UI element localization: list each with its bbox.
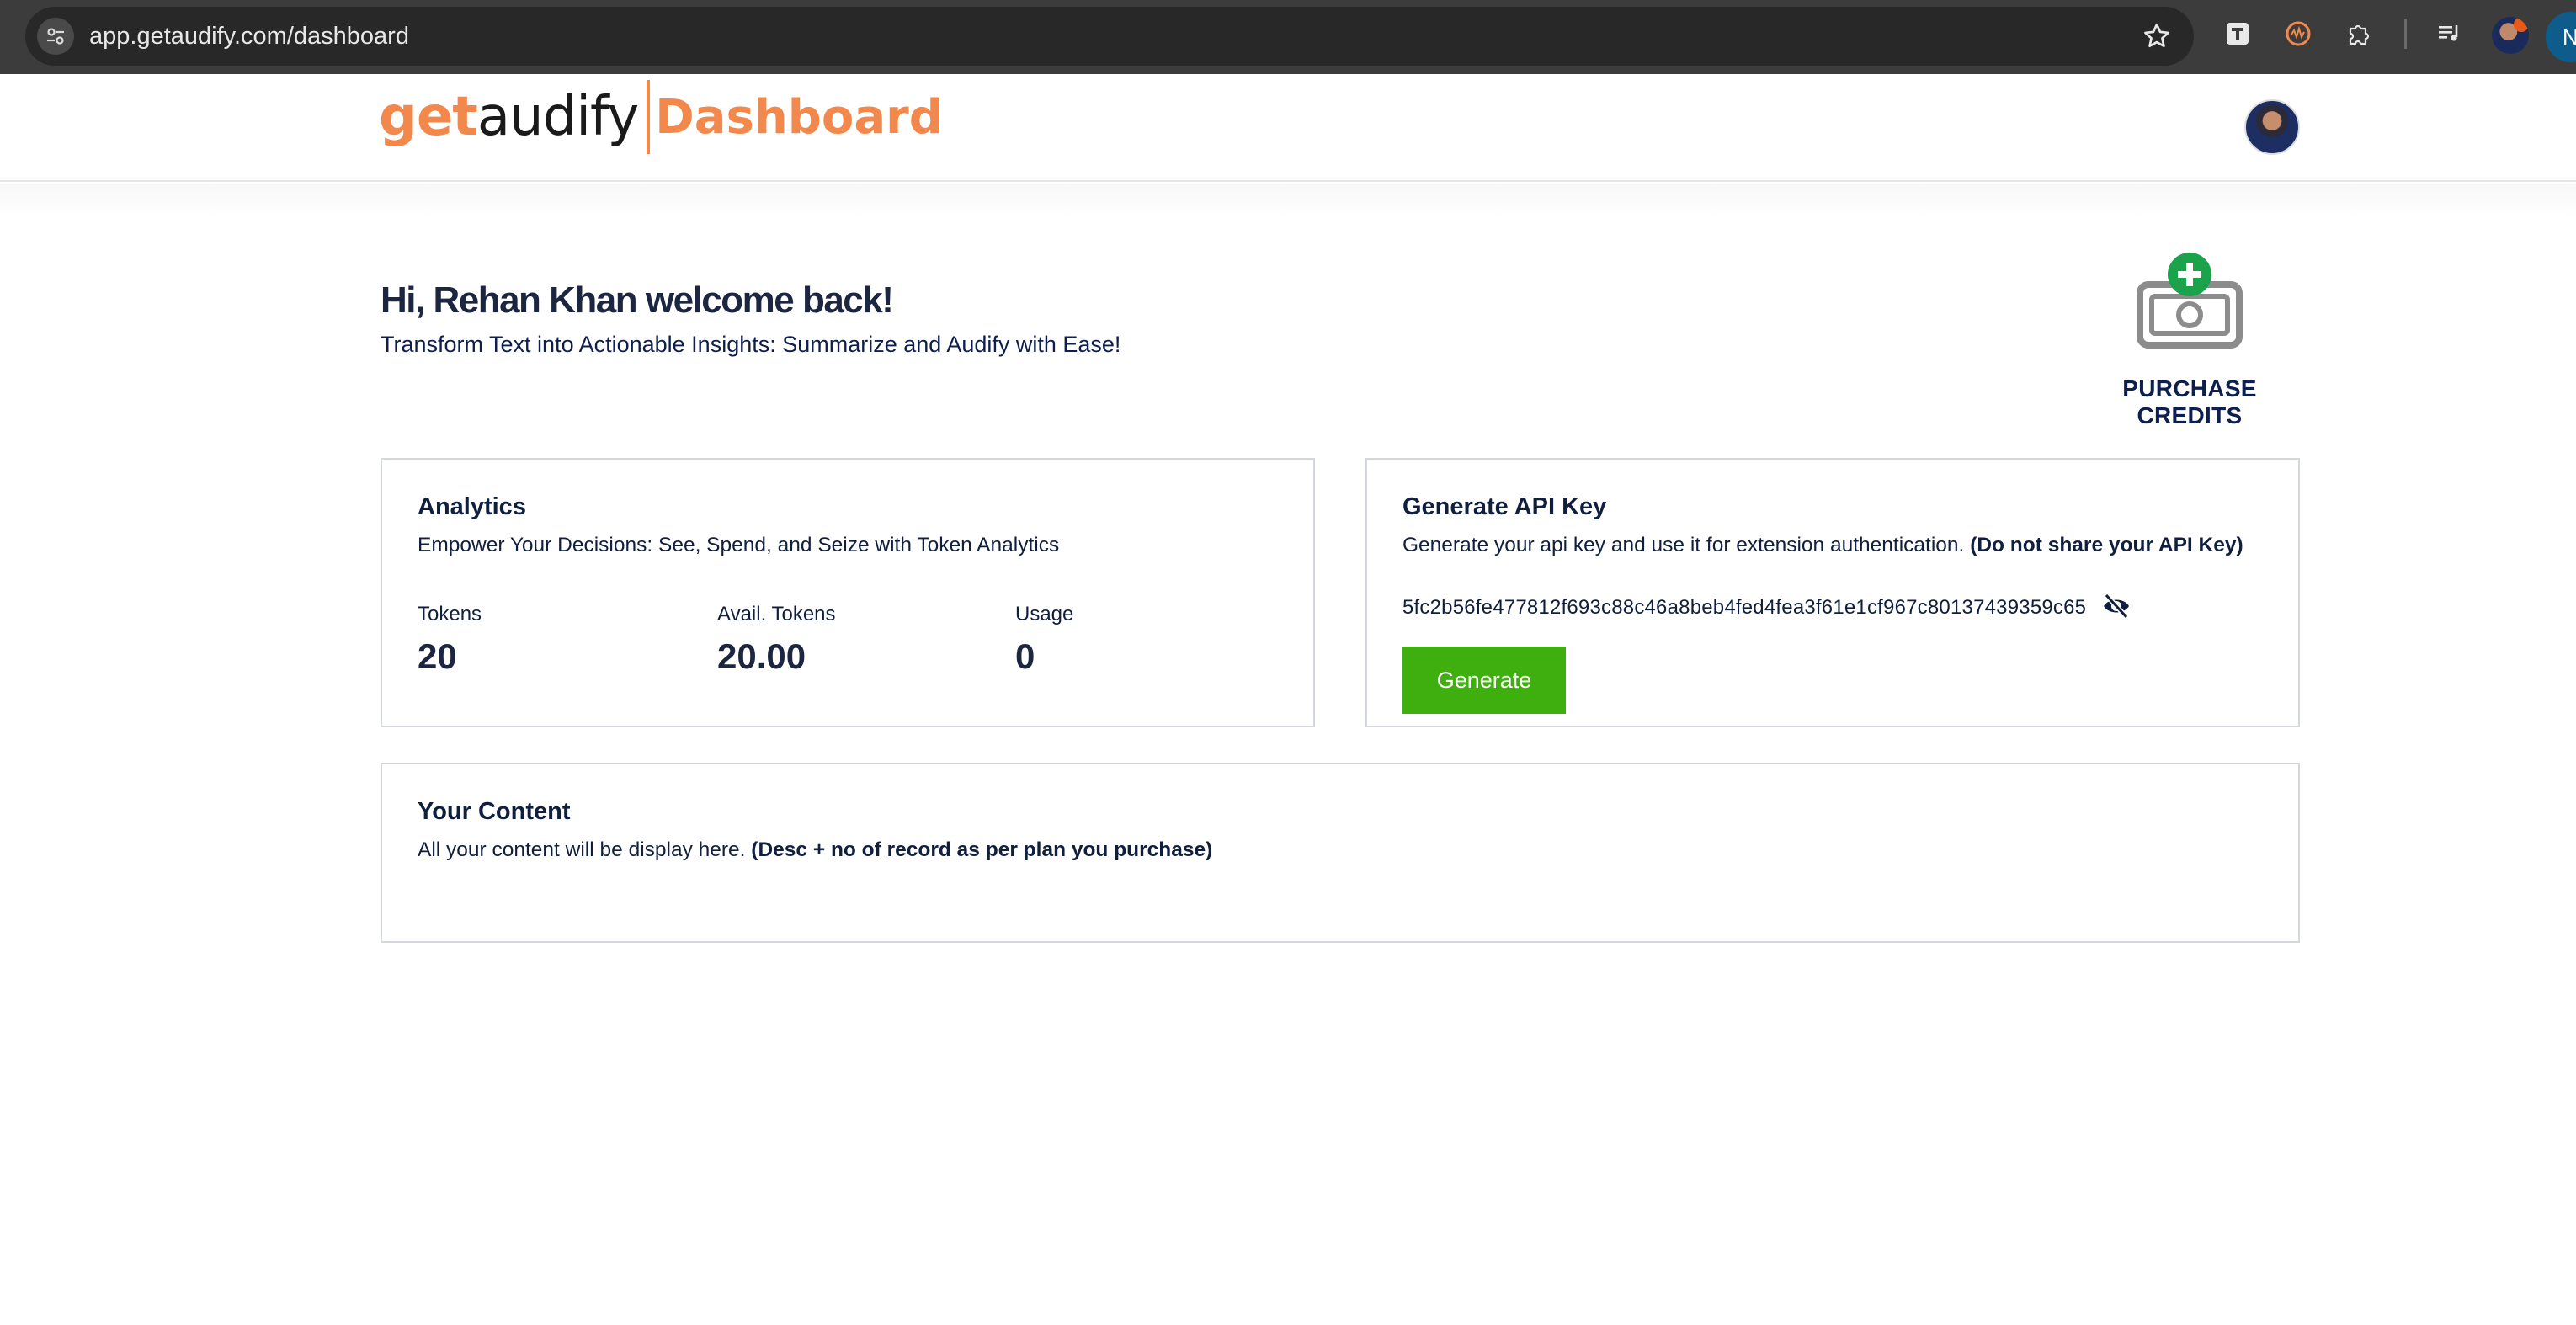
api-key-title: Generate API Key [1402,493,1607,520]
api-key-warning: (Do not share your API Key) [1970,534,2243,556]
api-key-subtitle: Generate your api key and use it for ext… [1402,534,2243,557]
stat-tokens: Tokens 20 [418,603,482,677]
welcome-greeting: Hi, Rehan Khan welcome back! [381,279,894,321]
extensions-puzzle-icon[interactable] [2342,17,2376,51]
logo-audify-text: audify [476,86,639,148]
profile-chip[interactable]: N [2546,12,2576,62]
money-plus-icon [2137,253,2243,349]
eye-slash-icon[interactable] [2101,593,2132,620]
stat-usage: Usage 0 [1015,603,1073,677]
stat-value: 20.00 [717,636,806,676]
logo-dashboard-text: Dashboard [655,89,943,145]
purchase-credits-label: PURCHASE CREDITS [2122,375,2257,428]
header-shadow [0,184,2576,217]
extension-t-icon[interactable] [2221,17,2254,51]
logo-get-text: get [379,86,478,148]
site-settings-icon[interactable] [37,18,74,55]
api-key-card: Generate API Key Generate your api key a… [1365,458,2300,727]
content-subtitle-text: All your content will be display here. [418,838,746,861]
api-key-subtitle-text: Generate your api key and use it for ext… [1402,534,1965,556]
user-avatar[interactable] [2244,99,2300,155]
address-bar[interactable]: app.getaudify.com/dashboard [25,7,2194,66]
logo-divider [647,80,651,154]
app-header: get audify Dashboard [0,74,2576,182]
api-key-value[interactable]: 5fc2b56fe477812f693c88c46a8beb4fed4fea3f… [1402,596,2086,620]
purchase-credits-button[interactable]: PURCHASE CREDITS [2078,253,2302,428]
welcome-tagline: Transform Text into Actionable Insights:… [381,332,1121,357]
stat-available-tokens: Avail. Tokens 20.00 [717,603,836,677]
analytics-title: Analytics [418,493,526,520]
stat-label: Avail. Tokens [717,603,836,625]
bookmark-star-icon[interactable] [2142,21,2172,51]
toolbar-divider [2404,19,2407,49]
stat-value: 0 [1015,636,1035,676]
stat-value: 20 [418,636,457,676]
extension-audify-icon[interactable] [2281,17,2315,51]
browser-toolbar: app.getaudify.com/dashboard N [0,0,2576,74]
your-content-card: Your Content All your content will be di… [381,763,2300,943]
analytics-card: Analytics Empower Your Decisions: See, S… [381,458,1315,727]
content-note: (Desc + no of record as per plan you pur… [751,838,1213,861]
analytics-subtitle: Empower Your Decisions: See, Spend, and … [418,534,1060,556]
url-text[interactable]: app.getaudify.com/dashboard [89,7,409,66]
generate-button[interactable]: Generate [1402,647,1566,714]
getaudify-logo[interactable]: get audify Dashboard [379,79,943,155]
media-playlist-icon[interactable] [2433,17,2467,51]
content-subtitle: All your content will be display here. (… [418,838,1212,862]
content-title: Your Content [418,798,571,825]
stat-label: Tokens [418,603,482,625]
stat-label: Usage [1015,603,1074,625]
browser-profile-avatar[interactable] [2492,17,2529,54]
